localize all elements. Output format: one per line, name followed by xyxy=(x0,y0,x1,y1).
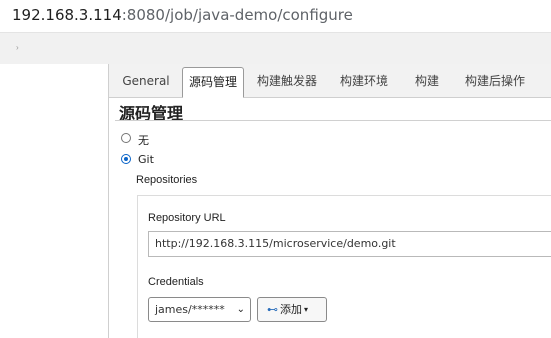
credentials-select[interactable]: james/****** ⌄ xyxy=(148,297,251,322)
radio-git[interactable] xyxy=(121,154,131,164)
radio-none-label[interactable]: 无 xyxy=(138,132,149,148)
caret-down-icon: ▾ xyxy=(304,305,309,314)
tab-general[interactable]: General xyxy=(115,67,177,98)
repository-url-input[interactable]: http://192.168.3.115/microservice/demo.g… xyxy=(148,231,551,257)
left-gutter xyxy=(0,64,108,338)
tab-build[interactable]: 构建 xyxy=(405,67,449,98)
tab-scm[interactable]: 源码管理 xyxy=(182,67,244,98)
tab-post-build[interactable]: 构建后操作 xyxy=(456,67,534,98)
add-credentials-button[interactable]: ⊷ 添加 ▾ xyxy=(257,297,327,322)
repositories-label: Repositories xyxy=(136,174,198,186)
repository-box: Repository URL http://192.168.3.115/micr… xyxy=(137,195,551,338)
url-path: :8080/job/java-demo/configure xyxy=(121,6,353,24)
bookmark-bar: › xyxy=(0,32,551,64)
radio-none[interactable] xyxy=(121,133,131,143)
config-tabbar: General 源码管理 构建触发器 构建环境 构建 构建后操作 xyxy=(109,64,551,98)
url-host: 192.168.3.114 xyxy=(12,6,122,24)
repository-url-label: Repository URL xyxy=(148,212,226,224)
credentials-label: Credentials xyxy=(148,276,204,288)
chevron-down-icon: ⌄ xyxy=(236,304,245,315)
url-text[interactable]: 192.168.3.114:8080/job/java-demo/configu… xyxy=(12,6,353,24)
add-button-label: 添加 xyxy=(280,303,302,316)
section-divider xyxy=(115,120,551,121)
config-panel: General 源码管理 构建触发器 构建环境 构建 构建后操作 源码管理 无 … xyxy=(108,64,551,338)
radio-git-label[interactable]: Git xyxy=(138,153,154,166)
credentials-selected-value: james/****** xyxy=(155,303,225,316)
key-icon: ⊷ xyxy=(267,303,278,316)
address-bar[interactable]: 192.168.3.114:8080/job/java-demo/configu… xyxy=(0,0,551,32)
tab-build-triggers[interactable]: 构建触发器 xyxy=(249,67,325,98)
tab-build-environment[interactable]: 构建环境 xyxy=(332,67,396,98)
chevron-right-icon[interactable]: › xyxy=(16,43,19,52)
